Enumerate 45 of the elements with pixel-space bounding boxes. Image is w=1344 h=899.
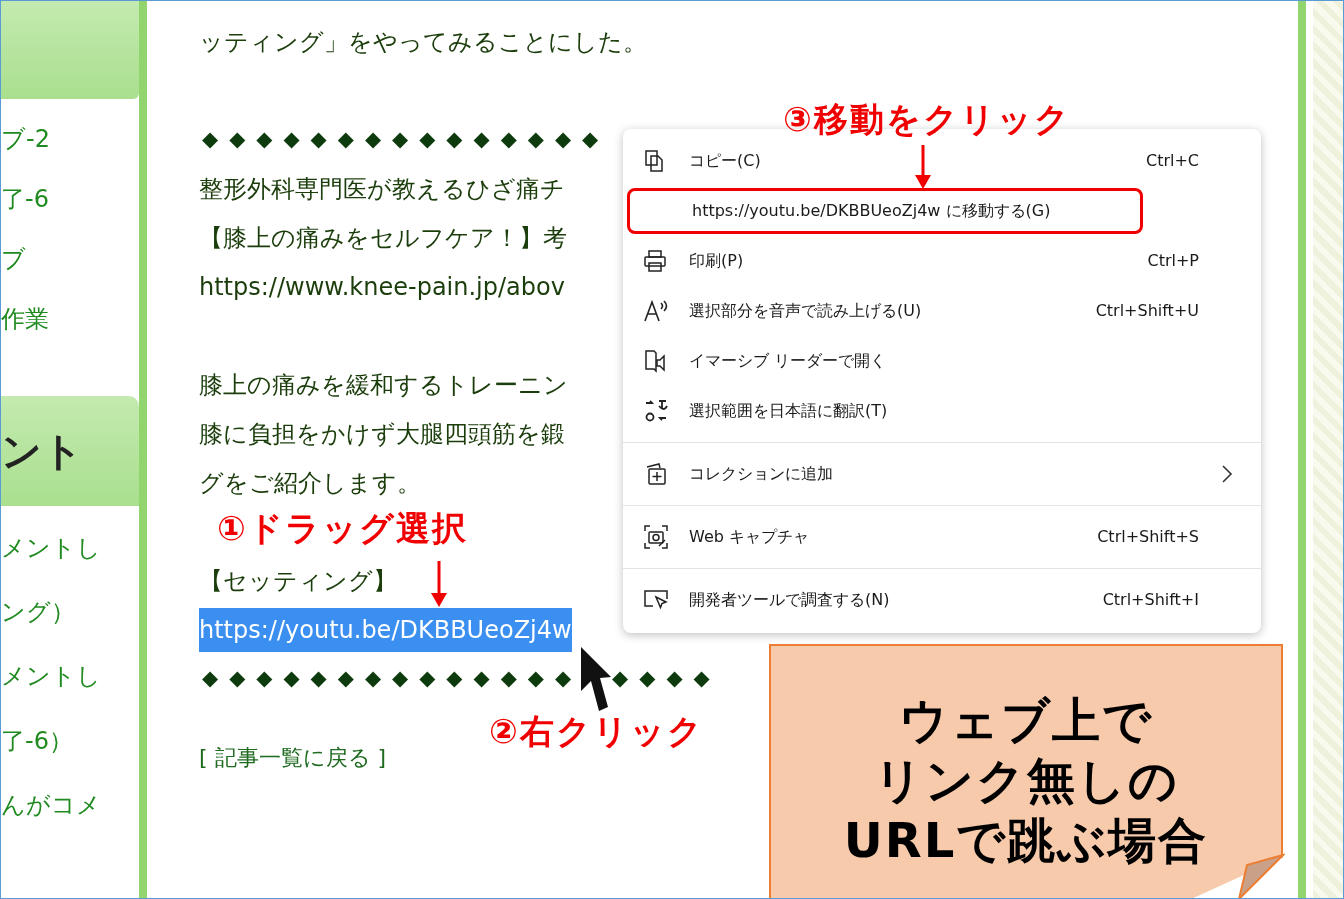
body-text: グをご紹介します。 <box>199 470 421 495</box>
menu-item[interactable]: 印刷(P) Ctrl+P <box>623 236 1261 286</box>
body-text: 膝に負担をかけず大腿四頭筋を鍛 <box>199 421 565 446</box>
body-text: https://www.knee-pain.jp/abov <box>199 274 565 299</box>
diamond-divider: ◆◆◆◆ <box>611 668 721 689</box>
annotation-label: ②右クリック <box>489 714 704 748</box>
down-arrow <box>429 561 449 607</box>
diamond-divider: ◆◆◆◆◆◆◆◆◆◆◆◆◆◆ <box>201 668 583 689</box>
back-link[interactable]: [ 記事一覧に戻る ] <box>199 746 387 769</box>
menu-item[interactable]: 開発者ツールで調査する(N) Ctrl+Shift+I <box>623 575 1261 625</box>
note-text: リンク無しの <box>873 751 1179 810</box>
annotation-label: ③移動をクリック <box>783 102 1071 136</box>
note-text: ウェブ上で <box>899 691 1153 750</box>
annotation-label: ①ドラッグ選択 <box>217 511 468 545</box>
diamond-divider: ◆◆◆◆◆◆◆◆◆◆◆◆◆◆◆ <box>201 129 610 150</box>
body-text: 整形外科専門医が教えるひざ痛チ <box>199 176 565 201</box>
down-arrow <box>913 145 933 189</box>
menu-item[interactable]: 選択部分を音声で読み上げる(U) Ctrl+Shift+U <box>623 286 1261 336</box>
inspect-icon <box>643 588 669 612</box>
body-text: 【セッティング】 <box>199 568 397 593</box>
menu-item[interactable]: 選択範囲を日本語に翻訳(T) <box>623 386 1261 436</box>
sidebar-link[interactable]: ブ <box>1 229 139 289</box>
printer-icon <box>643 249 667 273</box>
sidebar-link[interactable]: んがコメ <box>1 776 139 834</box>
sidebar-link[interactable]: 了-6 <box>1 169 139 229</box>
body-text: ッティング」をやってみることにした。 <box>199 29 647 54</box>
chevron-right-icon <box>1221 464 1233 484</box>
camera-capture-icon <box>643 524 669 550</box>
sidebar-link[interactable]: ブ-2 <box>1 109 139 169</box>
menu-item[interactable]: イマーシブ リーダーで開く <box>623 336 1261 386</box>
menu-item[interactable]: コレクションに追加 <box>623 449 1261 499</box>
body-text: 膝上の痛みを緩和するトレーニン <box>199 372 568 397</box>
sidebar-link[interactable]: メントし <box>1 518 139 578</box>
body-text: 【膝上の痛みをセルフケア！】考 <box>199 225 567 250</box>
selected-text: https://youtu.be/DKBBUeoZj4w <box>199 607 572 652</box>
sidebar-link[interactable]: 了-6） <box>1 706 139 776</box>
sidebar-link[interactable]: メントし <box>1 646 139 706</box>
menu-item[interactable]: https://youtu.be/DKBBUeoZj4w に移動する(G) <box>627 188 1143 234</box>
note-text: URLで跳ぶ場合 <box>843 811 1209 870</box>
menu-item[interactable]: コピー(C) Ctrl+C <box>623 136 1261 186</box>
sidebar-link[interactable]: ング） <box>1 578 139 646</box>
sidebar-heading: ント <box>1 396 139 506</box>
read-aloud-icon <box>643 299 669 323</box>
menu-item[interactable]: Web キャプチャ Ctrl+Shift+S <box>623 512 1261 562</box>
sidebar-link[interactable]: 作業 <box>1 289 139 349</box>
